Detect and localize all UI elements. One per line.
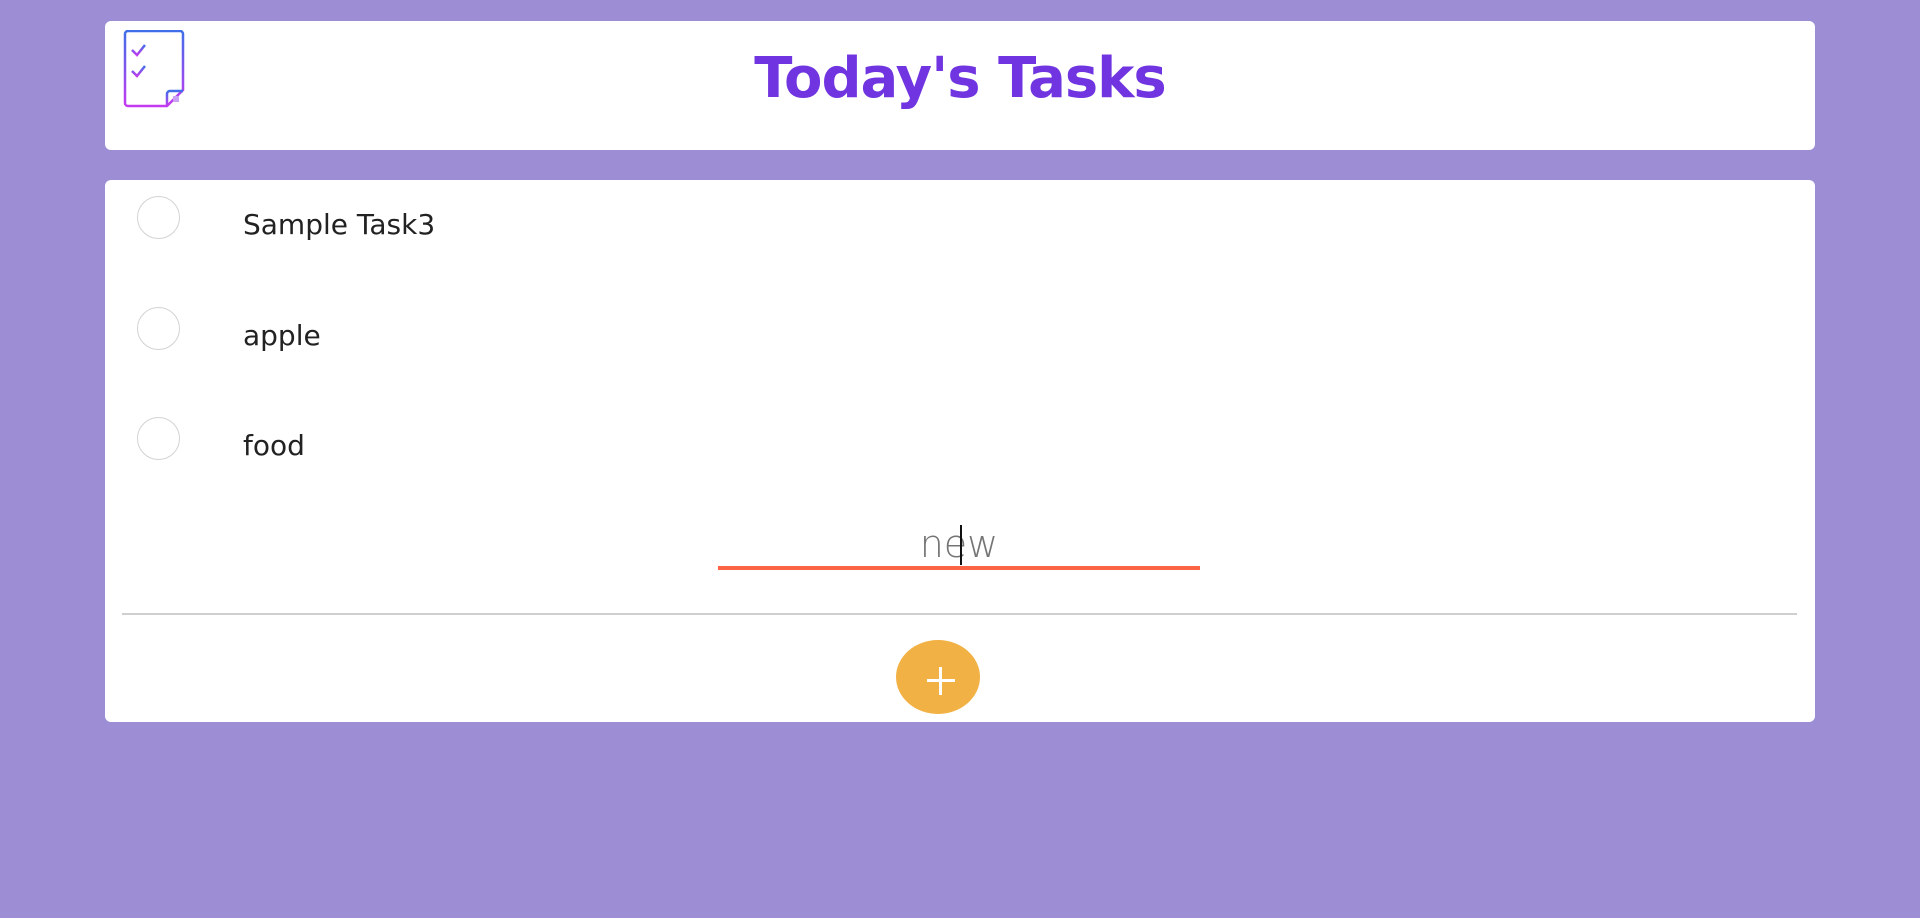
divider xyxy=(122,613,1797,615)
task-item: apple xyxy=(105,299,1815,359)
task-label: apple xyxy=(243,319,321,352)
task-checkbox[interactable] xyxy=(137,307,180,350)
task-list: Sample Task3 apple food xyxy=(105,180,1815,722)
new-task-input[interactable] xyxy=(718,520,1200,566)
text-caret xyxy=(960,525,962,565)
task-label: Sample Task3 xyxy=(243,208,436,241)
page-title: Today's Tasks xyxy=(754,46,1167,111)
task-item: Sample Task3 xyxy=(105,188,1815,248)
task-label: food xyxy=(243,429,305,462)
header-card: Today's Tasks xyxy=(105,21,1815,150)
add-task-button[interactable] xyxy=(896,640,980,714)
new-task-field xyxy=(718,520,1200,570)
task-checkbox[interactable] xyxy=(137,417,180,460)
plus-icon xyxy=(927,667,955,695)
task-checkbox[interactable] xyxy=(137,196,180,239)
input-underline xyxy=(718,566,1200,570)
task-item: food xyxy=(105,409,1815,469)
